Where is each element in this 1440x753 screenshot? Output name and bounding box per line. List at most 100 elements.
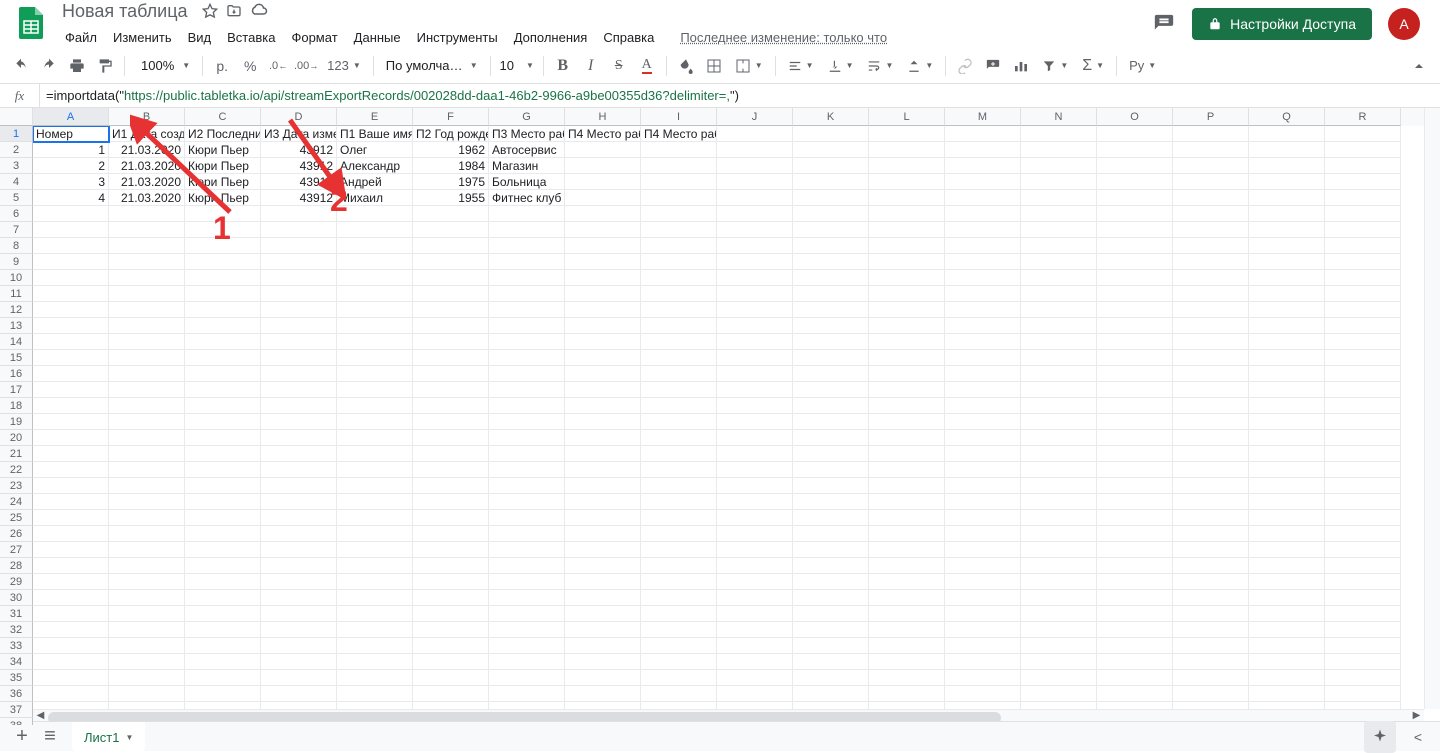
halign-button[interactable]: ▼ xyxy=(782,53,820,79)
cell[interactable] xyxy=(1173,302,1249,318)
cell[interactable] xyxy=(1249,670,1325,686)
row-header[interactable]: 33 xyxy=(0,638,33,654)
cell[interactable] xyxy=(641,158,717,174)
cell[interactable] xyxy=(109,430,185,446)
cell[interactable] xyxy=(945,190,1021,206)
cell[interactable]: Михаил xyxy=(337,190,413,206)
cell[interactable] xyxy=(33,462,109,478)
cell[interactable] xyxy=(337,478,413,494)
cell[interactable] xyxy=(1249,510,1325,526)
cell[interactable] xyxy=(185,318,261,334)
cell[interactable] xyxy=(869,254,945,270)
cell[interactable] xyxy=(1021,510,1097,526)
cell[interactable] xyxy=(1325,126,1401,142)
cell[interactable] xyxy=(261,414,337,430)
cell[interactable] xyxy=(489,670,565,686)
cell[interactable] xyxy=(185,222,261,238)
cell[interactable] xyxy=(869,222,945,238)
cell[interactable] xyxy=(413,574,489,590)
cell[interactable] xyxy=(1097,158,1173,174)
cell[interactable] xyxy=(717,254,793,270)
cell[interactable] xyxy=(413,222,489,238)
cell[interactable] xyxy=(489,430,565,446)
cell[interactable] xyxy=(869,542,945,558)
cell[interactable] xyxy=(565,446,641,462)
all-sheets-button[interactable]: ≡ xyxy=(36,723,64,751)
cell[interactable] xyxy=(33,638,109,654)
cell[interactable] xyxy=(945,334,1021,350)
move-folder-icon[interactable] xyxy=(226,3,242,19)
cell[interactable] xyxy=(945,462,1021,478)
cell[interactable]: П2 Год рождения xyxy=(413,126,489,142)
cell[interactable] xyxy=(641,670,717,686)
cell[interactable] xyxy=(185,638,261,654)
row-header[interactable]: 7 xyxy=(0,222,33,238)
cell[interactable] xyxy=(109,254,185,270)
cell[interactable] xyxy=(33,414,109,430)
cell[interactable] xyxy=(565,286,641,302)
cell[interactable] xyxy=(1173,366,1249,382)
last-edit-link[interactable]: Последнее изменение: только что xyxy=(673,26,894,49)
cell[interactable] xyxy=(413,686,489,702)
cell[interactable] xyxy=(109,606,185,622)
share-button[interactable]: Настройки Доступа xyxy=(1192,8,1372,40)
cell[interactable] xyxy=(717,382,793,398)
cell[interactable] xyxy=(869,558,945,574)
cell[interactable] xyxy=(641,510,717,526)
cell[interactable] xyxy=(1249,526,1325,542)
row-header[interactable]: 4 xyxy=(0,174,33,190)
cell[interactable] xyxy=(1173,398,1249,414)
row-header[interactable]: 19 xyxy=(0,414,33,430)
row-header[interactable]: 37 xyxy=(0,702,33,718)
cell[interactable] xyxy=(869,382,945,398)
cell[interactable] xyxy=(1097,286,1173,302)
cell[interactable] xyxy=(109,638,185,654)
cell[interactable] xyxy=(1249,206,1325,222)
cell[interactable] xyxy=(717,414,793,430)
fx-label[interactable]: fx xyxy=(0,84,40,107)
cell[interactable] xyxy=(1021,302,1097,318)
cell[interactable] xyxy=(1173,190,1249,206)
row-header[interactable]: 9 xyxy=(0,254,33,270)
cell[interactable] xyxy=(337,366,413,382)
cell[interactable] xyxy=(1097,334,1173,350)
cell[interactable] xyxy=(717,478,793,494)
cell[interactable] xyxy=(793,222,869,238)
cell[interactable] xyxy=(1249,574,1325,590)
cell[interactable] xyxy=(261,510,337,526)
format-currency[interactable]: р. xyxy=(209,53,235,79)
cell[interactable] xyxy=(793,382,869,398)
col-header-O[interactable]: O xyxy=(1097,108,1173,126)
cell[interactable] xyxy=(793,622,869,638)
cell[interactable] xyxy=(33,238,109,254)
cell[interactable] xyxy=(1097,302,1173,318)
cell[interactable] xyxy=(337,574,413,590)
cell[interactable] xyxy=(945,270,1021,286)
cell[interactable] xyxy=(565,462,641,478)
cell[interactable] xyxy=(413,462,489,478)
cell[interactable] xyxy=(261,590,337,606)
cell[interactable] xyxy=(1173,542,1249,558)
cell[interactable] xyxy=(945,350,1021,366)
cell[interactable] xyxy=(185,542,261,558)
cell[interactable] xyxy=(109,494,185,510)
cell[interactable] xyxy=(1173,638,1249,654)
cell[interactable] xyxy=(261,302,337,318)
cell[interactable] xyxy=(33,654,109,670)
cell[interactable] xyxy=(337,238,413,254)
cell[interactable] xyxy=(489,510,565,526)
cell[interactable] xyxy=(565,670,641,686)
cell[interactable] xyxy=(717,270,793,286)
cell[interactable] xyxy=(185,670,261,686)
cell[interactable] xyxy=(945,558,1021,574)
cell[interactable]: Кюри Пьер xyxy=(185,190,261,206)
cell[interactable] xyxy=(413,494,489,510)
cell[interactable]: П1 Ваше имя xyxy=(337,126,413,142)
cell[interactable] xyxy=(565,510,641,526)
cell[interactable] xyxy=(1249,254,1325,270)
cell[interactable] xyxy=(489,462,565,478)
cell[interactable] xyxy=(1249,494,1325,510)
cell[interactable] xyxy=(1097,206,1173,222)
cell[interactable] xyxy=(1325,430,1401,446)
row-header[interactable]: 32 xyxy=(0,622,33,638)
